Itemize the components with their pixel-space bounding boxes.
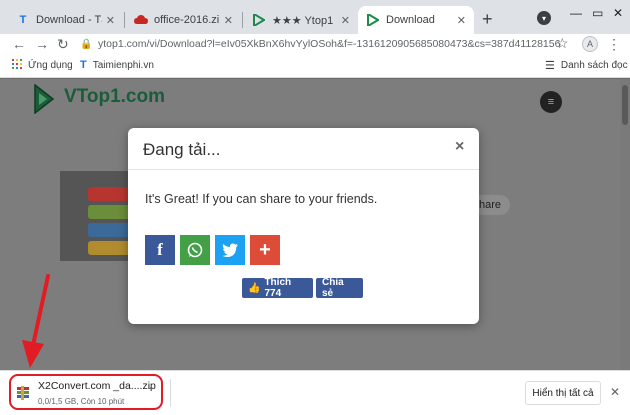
bookmark-label: Ứng dụng: [28, 60, 73, 71]
lock-icon: 🔒: [80, 38, 93, 50]
taimienphi-favicon-icon: T: [80, 59, 87, 71]
annotation-highlight: [9, 374, 163, 410]
share-label: Chia sẻ: [322, 277, 344, 299]
tab-label: Download: [386, 14, 435, 26]
close-download-shelf-icon[interactable]: ✕: [610, 385, 620, 399]
tab-separator: [124, 12, 125, 28]
tab-office-2016[interactable]: office-2016.zip - Fo ✕: [126, 6, 241, 34]
forward-arrow-icon[interactable]: →: [35, 34, 49, 54]
site-logo-text[interactable]: VTop1.com: [64, 86, 165, 108]
reading-list-label: Danh sách đọc: [560, 60, 628, 71]
bookmarks-bar: Ứng dụng T Taimienphi.vn ☰ Danh sách đọc: [0, 54, 630, 78]
cloud-icon: [134, 13, 148, 27]
tab-download-taimienphi[interactable]: T Download - Tải Mi ✕: [8, 6, 123, 34]
tab-separator: [242, 12, 243, 28]
thumbs-up-icon: 👍: [248, 282, 261, 294]
profile-avatar[interactable]: A: [582, 36, 598, 52]
show-all-downloads-button[interactable]: Hiển thị tất cả: [525, 381, 601, 405]
address-bar[interactable]: 🔒 ytop1.com/vi/Download?l=eIv05XkBnX6hvY…: [80, 34, 560, 54]
back-arrow-icon[interactable]: ←: [12, 34, 26, 54]
taimienphi-favicon-icon: T: [19, 14, 27, 26]
kebab-menu-icon[interactable]: ⋮: [607, 34, 621, 54]
window-close-icon[interactable]: ✕: [613, 6, 623, 20]
bookmark-label: Taimienphi.vn: [92, 59, 154, 71]
bookmark-apps[interactable]: Ứng dụng: [12, 59, 73, 72]
site-header: VTop1.com ≡: [0, 79, 630, 121]
modal-close-button[interactable]: ×: [455, 138, 464, 156]
whatsapp-icon: [187, 242, 203, 258]
close-tab-icon[interactable]: ✕: [341, 14, 350, 27]
plus-icon: +: [259, 238, 271, 261]
twitter-share-button[interactable]: [215, 235, 245, 265]
ytop1-favicon-icon: [366, 13, 380, 27]
reading-list-icon: ☰: [545, 60, 555, 72]
ytop1-logo-icon: [34, 84, 55, 114]
bookmark-star-icon[interactable]: ☆: [556, 35, 569, 52]
modal-message: It's Great! If you can share to your fri…: [145, 192, 378, 206]
facebook-share-label-button[interactable]: Chia sẻ: [316, 277, 363, 299]
apps-icon: [12, 59, 22, 72]
twitter-icon: [222, 243, 238, 257]
modal-title: Đang tải...: [143, 140, 221, 159]
facebook-share-button[interactable]: f: [145, 235, 175, 265]
tab-search-icon[interactable]: ▾: [537, 11, 551, 25]
modal-header: Đang tải... ×: [128, 128, 479, 170]
more-share-button[interactable]: +: [250, 235, 280, 265]
tab-ytop1-get[interactable]: ★★★ Ytop1 ★ Ge ✕: [244, 6, 358, 34]
close-tab-icon[interactable]: ✕: [106, 14, 115, 27]
facebook-like-button[interactable]: 👍 Thích 774: [242, 277, 313, 299]
facebook-icon: f: [157, 240, 163, 259]
reading-list[interactable]: ☰ Danh sách đọc: [545, 59, 628, 72]
close-tab-icon[interactable]: ✕: [457, 14, 466, 27]
download-separator: [170, 379, 171, 407]
tab-label: office-2016.zip - Fo: [154, 14, 220, 26]
like-label: Thích 774: [264, 277, 292, 299]
url-text: ytop1.com/vi/Download?l=eIv05XkBnX6hvYyl…: [98, 38, 560, 50]
scrollbar-thumb[interactable]: [622, 85, 628, 125]
minimize-icon[interactable]: —: [570, 6, 582, 20]
reload-icon[interactable]: ↻: [57, 34, 69, 54]
new-tab-button[interactable]: +: [482, 9, 493, 30]
bookmark-taimienphi[interactable]: T Taimienphi.vn: [80, 59, 154, 71]
hamburger-menu-icon[interactable]: ≡: [540, 91, 562, 113]
close-tab-icon[interactable]: ✕: [224, 14, 233, 27]
tab-label: ★★★ Ytop1 ★ Ge: [272, 14, 337, 27]
whatsapp-share-button[interactable]: [180, 235, 210, 265]
file-thumbnail: [60, 171, 130, 261]
browser-toolbar: ← → ↻ 🔒 ytop1.com/vi/Download?l=eIv05XkB…: [0, 34, 630, 54]
download-modal: Đang tải... × It's Great! If you can sha…: [128, 128, 479, 324]
maximize-icon[interactable]: ▭: [592, 6, 603, 20]
tab-label: Download - Tải Mi: [36, 14, 102, 26]
tab-download-active[interactable]: Download ✕: [358, 6, 474, 34]
ytop1-favicon-icon: [252, 13, 266, 27]
